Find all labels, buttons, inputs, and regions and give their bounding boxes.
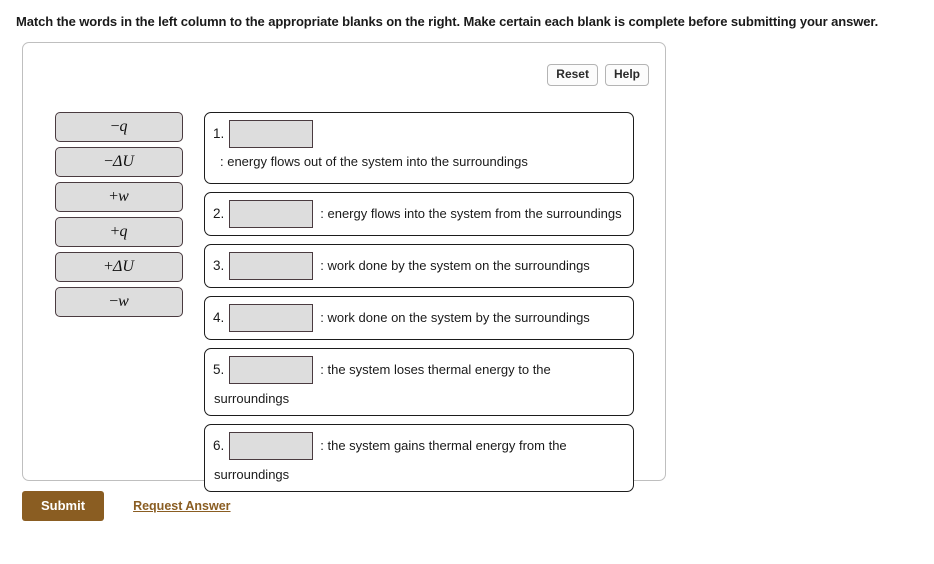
- drop-slot[interactable]: [229, 120, 314, 148]
- word-tile[interactable]: − ΔU: [55, 147, 183, 177]
- match-item: 1. : energy flows out of the system into…: [204, 112, 634, 184]
- match-item: 2. : energy flows into the system from t…: [204, 192, 634, 236]
- word-tile-symbol: w: [118, 293, 129, 310]
- match-list: 1. : energy flows out of the system into…: [204, 112, 634, 500]
- word-tile-sign: +: [110, 223, 120, 240]
- match-item-text: : energy flows into the system from the …: [320, 206, 622, 221]
- match-item-row: 5. : the system loses thermal energy to …: [213, 356, 625, 408]
- word-tile-sign: +: [109, 188, 119, 205]
- match-item: 4. : work done on the system by the surr…: [204, 296, 634, 340]
- submit-button[interactable]: Submit: [22, 491, 105, 521]
- match-item-number: 6.: [213, 438, 225, 453]
- match-item-row: 2. : energy flows into the system from t…: [213, 200, 625, 228]
- word-tile-symbol: ΔU: [113, 258, 134, 275]
- drop-slot[interactable]: [229, 356, 314, 384]
- match-item-text: : work done by the system on the surroun…: [320, 258, 590, 273]
- word-tile-symbol: w: [118, 188, 129, 205]
- match-item-row: 6. : the system gains thermal energy fro…: [213, 432, 625, 484]
- reset-button[interactable]: Reset: [547, 64, 598, 86]
- word-tile-sign: −: [110, 118, 120, 135]
- word-tile[interactable]: + w: [55, 182, 183, 212]
- word-tile-sign: −: [109, 293, 119, 310]
- drop-slot[interactable]: [229, 252, 314, 280]
- request-answer-link[interactable]: Request Answer: [133, 499, 230, 513]
- drop-slot[interactable]: [229, 432, 314, 460]
- match-item-text: : the system gains thermal energy from t…: [320, 438, 567, 453]
- match-item-number: 5.: [213, 362, 225, 377]
- word-tile-sign: −: [104, 153, 114, 170]
- drop-slot[interactable]: [229, 200, 314, 228]
- word-tile-sign: +: [104, 258, 114, 275]
- word-tile-symbol: q: [119, 223, 128, 240]
- match-item-text: : energy flows out of the system into th…: [220, 154, 528, 169]
- word-tile[interactable]: − q: [55, 112, 183, 142]
- match-item: 5. : the system loses thermal energy to …: [204, 348, 634, 416]
- match-item: 3. : work done by the system on the surr…: [204, 244, 634, 288]
- match-item: 6. : the system gains thermal energy fro…: [204, 424, 634, 492]
- drop-slot[interactable]: [229, 304, 314, 332]
- page-instruction: Match the words in the left column to th…: [16, 14, 879, 29]
- match-item-number: 4.: [213, 310, 225, 325]
- match-item-number: 3.: [213, 258, 225, 273]
- word-bank: − q − ΔU + w + q + ΔU − w: [55, 112, 183, 322]
- action-row: Submit Request Answer: [22, 491, 231, 521]
- match-item-text: : work done on the system by the surroun…: [320, 310, 590, 325]
- match-item-row: 3. : work done by the system on the surr…: [213, 252, 625, 280]
- match-item-row: 1. : energy flows out of the system into…: [213, 120, 625, 176]
- match-item-text: : the system loses thermal energy to the: [320, 362, 551, 377]
- match-item-number: 2.: [213, 206, 225, 221]
- word-tile[interactable]: − w: [55, 287, 183, 317]
- word-tile-symbol: q: [119, 118, 128, 135]
- match-item-number: 1.: [213, 126, 225, 141]
- match-item-text-continued: surroundings: [214, 391, 290, 406]
- exercise-panel: Reset Help − q − ΔU + w + q + ΔU − w 1. : ener…: [22, 42, 666, 492]
- word-tile[interactable]: + q: [55, 217, 183, 247]
- match-item-row: 4. : work done on the system by the surr…: [213, 304, 625, 332]
- toolbar: Reset Help: [547, 64, 649, 86]
- help-button[interactable]: Help: [604, 64, 649, 86]
- word-tile[interactable]: + ΔU: [55, 252, 183, 282]
- match-item-text-continued: surroundings: [214, 467, 290, 482]
- word-tile-symbol: ΔU: [113, 153, 134, 170]
